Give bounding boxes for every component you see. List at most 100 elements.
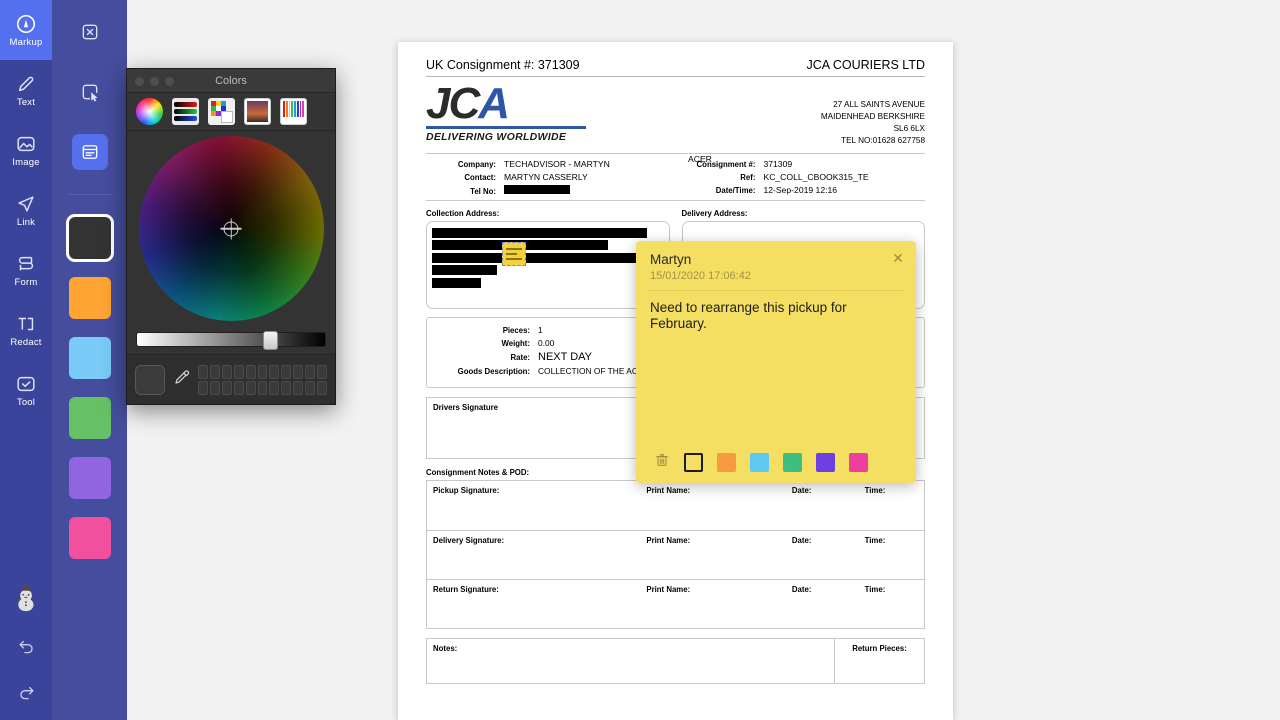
snowman-icon[interactable]: ⛄ — [0, 576, 52, 622]
note-body-text[interactable]: Need to rearrange this pickup for Februa… — [636, 291, 916, 445]
color-palettes-tab[interactable] — [208, 98, 235, 125]
brightness-slider[interactable] — [136, 331, 326, 350]
logo-wordmark: JCA — [426, 82, 586, 126]
info-line-pieces: Pieces: 1 — [432, 325, 664, 335]
saved-swatch[interactable] — [221, 380, 232, 395]
note-color-pink[interactable] — [849, 452, 868, 472]
document-meta: Company: TECHADVISOR - MARTYN Contact: M… — [426, 154, 925, 201]
saved-swatches-grid[interactable] — [198, 364, 327, 395]
pencils-tab[interactable] — [280, 98, 307, 125]
note-anchor-icon[interactable] — [502, 242, 526, 266]
note-popup[interactable]: Martyn 15/01/2020 17:06:42 ✕ Need to rea… — [636, 241, 916, 483]
saved-swatch[interactable] — [257, 380, 268, 395]
redacted-line — [432, 227, 648, 238]
logo-tagline: DELIVERING WORLDWIDE — [426, 130, 567, 143]
pod-cell-signature: Return Signature: — [433, 584, 499, 594]
colors-panel-titlebar[interactable]: Colors — [127, 69, 335, 93]
annotation-tool-column — [52, 0, 127, 720]
saved-swatch[interactable] — [305, 380, 316, 395]
current-color-swatch[interactable] — [135, 364, 165, 395]
saved-swatch[interactable] — [317, 364, 327, 379]
saved-swatch[interactable] — [245, 380, 256, 395]
sidebar-item-label: Form — [14, 276, 38, 288]
table-row: Delivery Signature: Print Name: Date: Ti… — [427, 529, 924, 579]
select-tool[interactable] — [72, 74, 108, 110]
redo-icon[interactable] — [0, 668, 52, 714]
swatch-purple[interactable] — [68, 457, 111, 499]
image-palettes-tab[interactable] — [244, 98, 271, 125]
saved-swatch[interactable] — [198, 380, 208, 395]
color-wheel-tab[interactable] — [136, 98, 163, 125]
swatch-green[interactable] — [68, 397, 111, 439]
shipment-details-box: Pieces: 1 Weight: 0.00 Rate: NEXT DAY Go… — [426, 316, 670, 388]
brightness-slider-knob[interactable] — [262, 331, 278, 350]
info-key: Pieces: — [502, 325, 530, 335]
note-tool[interactable] — [71, 134, 108, 170]
note-color-blue[interactable] — [750, 452, 769, 472]
saved-swatch[interactable] — [233, 380, 244, 395]
color-wheel-area[interactable] — [127, 131, 335, 326]
eyedropper-icon[interactable] — [173, 369, 190, 391]
pencil-icon — [15, 73, 37, 95]
swatch-black[interactable] — [65, 214, 114, 262]
saved-swatch[interactable] — [305, 364, 316, 379]
swatch-pink[interactable] — [68, 517, 111, 559]
note-color-orange[interactable] — [717, 452, 736, 472]
meta-row-datetime: Date/Time: 12-Sep-2019 12:16 — [685, 185, 925, 195]
brightness-slider-area — [127, 326, 335, 354]
swatch-orange[interactable] — [68, 277, 111, 319]
colors-panel[interactable]: Colors — [126, 68, 336, 405]
swatch-blue[interactable] — [68, 337, 111, 379]
sidebar-item-form[interactable]: Form — [0, 240, 52, 300]
redacted-line — [432, 265, 497, 276]
note-color-purple[interactable] — [816, 452, 835, 472]
saved-swatch[interactable] — [198, 364, 208, 379]
mode-sidebar: Markup Text Image Link Form Redact Tool … — [0, 0, 52, 720]
notes-row: Notes: Return Pieces: — [426, 637, 925, 684]
meta-row-consignment: Consignment #: 371309 — [685, 159, 925, 169]
saved-swatch[interactable] — [233, 364, 244, 379]
color-wheel-crosshair[interactable] — [223, 221, 239, 236]
trash-icon[interactable] — [654, 452, 670, 472]
sidebar-item-label: Redact — [10, 336, 42, 348]
sidebar-item-label: Text — [16, 96, 36, 108]
minimize-icon[interactable] — [150, 77, 159, 86]
pod-cell-signature: Pickup Signature: — [433, 485, 500, 495]
close-icon[interactable] — [135, 77, 144, 86]
saved-swatch[interactable] — [293, 380, 304, 395]
saved-swatch[interactable] — [209, 380, 220, 395]
note-color-outline[interactable] — [684, 452, 703, 472]
sidebar-item-image[interactable]: Image — [0, 120, 52, 180]
saved-swatch[interactable] — [269, 380, 280, 395]
saved-swatch[interactable] — [281, 380, 292, 395]
sidebar-item-tool[interactable]: Tool — [0, 360, 52, 420]
saved-swatch[interactable] — [221, 364, 232, 379]
saved-swatch[interactable] — [281, 364, 292, 379]
saved-swatch[interactable] — [209, 364, 220, 379]
saved-swatch[interactable] — [317, 380, 327, 395]
sidebar-item-link[interactable]: Link — [0, 180, 52, 240]
sidebar-item-label: Link — [16, 216, 36, 228]
maximize-icon[interactable] — [165, 77, 174, 86]
logo-a: A — [478, 79, 510, 128]
sidebar-item-redact[interactable]: Redact — [0, 300, 52, 360]
meta-key: Date/Time: — [715, 185, 756, 195]
slider-red — [174, 102, 197, 107]
sidebar-item-text[interactable]: Text — [0, 60, 52, 120]
saved-swatch[interactable] — [257, 364, 268, 379]
color-sliders-tab[interactable] — [172, 98, 199, 125]
undo-icon[interactable] — [0, 622, 52, 668]
close-icon[interactable]: ✕ — [890, 250, 906, 266]
sidebar-item-markup[interactable]: Markup — [0, 0, 52, 60]
delete-annotation-tool[interactable] — [72, 14, 108, 50]
note-color-green[interactable] — [783, 452, 802, 472]
logo-jc: JC — [426, 79, 480, 128]
form-icon — [15, 253, 37, 275]
saved-swatch[interactable] — [245, 364, 256, 379]
saved-swatch[interactable] — [293, 364, 304, 379]
meta-value: MARTYN CASSERLY — [504, 171, 588, 182]
pod-table: Pickup Signature: Print Name: Date: Time… — [426, 479, 925, 629]
info-value: 1 — [538, 324, 543, 335]
saved-swatch[interactable] — [269, 364, 280, 379]
color-wheel[interactable] — [138, 136, 324, 321]
